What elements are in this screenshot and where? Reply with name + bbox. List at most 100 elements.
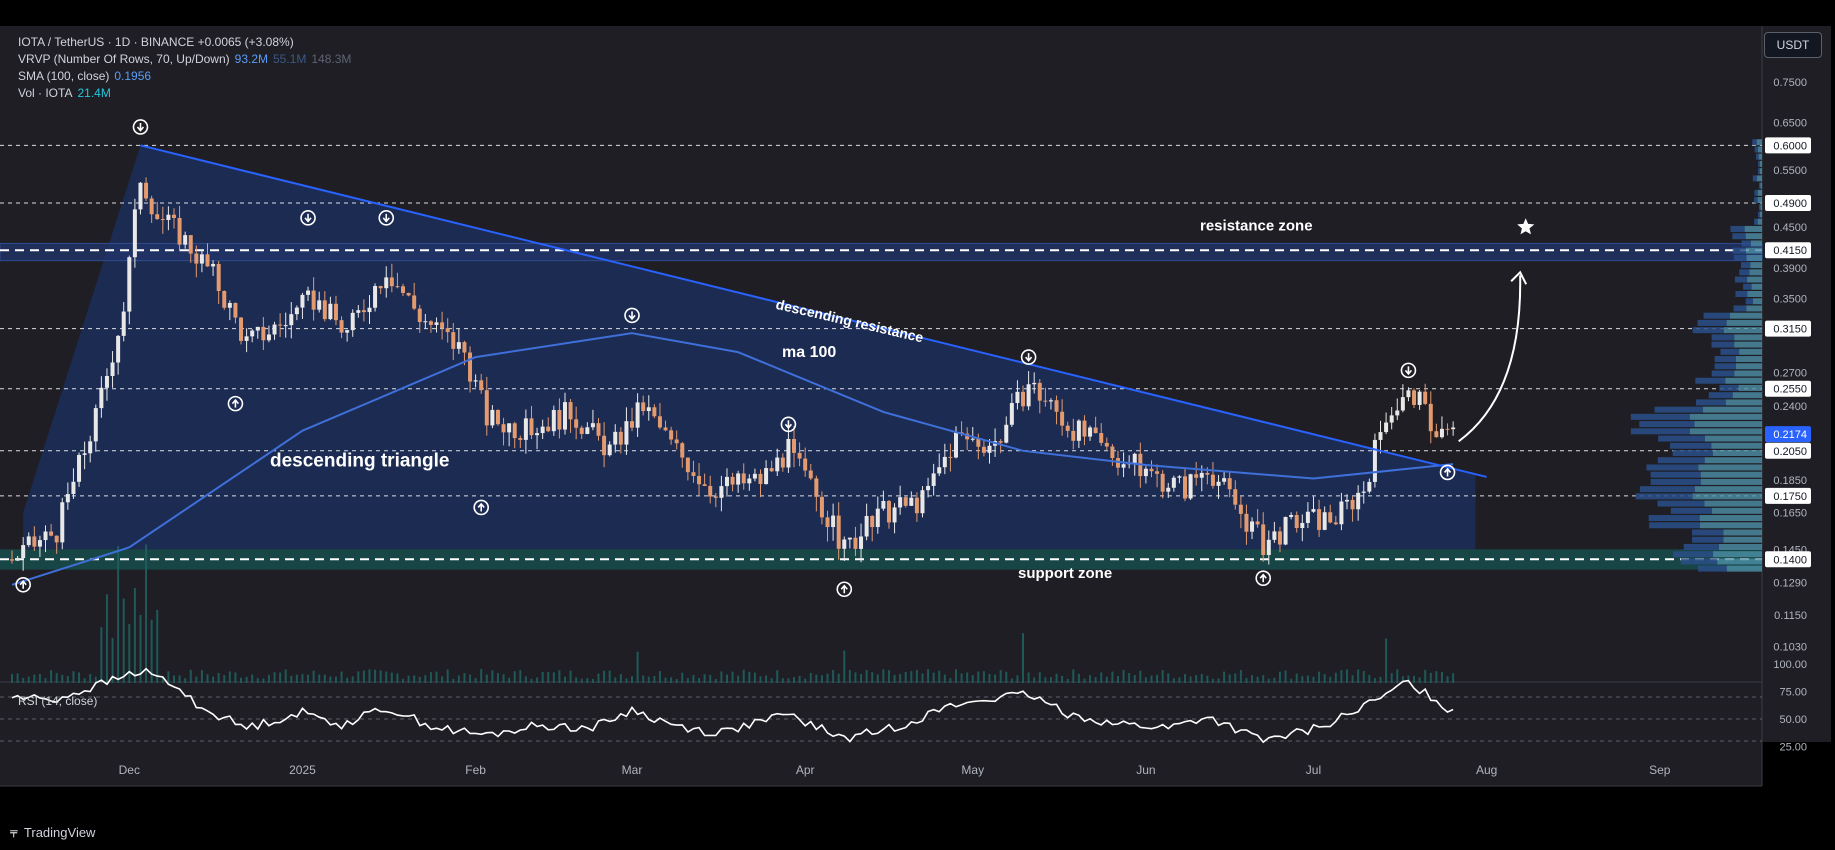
profile-down [1733,305,1747,312]
candle[interactable] [1372,433,1377,488]
candle-body [909,497,914,506]
profile-up [1729,312,1762,319]
volume-bar [1318,671,1321,683]
candle-body [451,332,456,349]
vrvp-label: VRVP (Number Of Rows, 70, Up/Down) [18,52,230,66]
candle-body [1143,468,1148,477]
candle-body [769,468,774,472]
volume-bar [195,676,198,683]
profile-up [1702,406,1762,413]
volume-bar [776,670,779,683]
profile-down [1698,565,1727,572]
volume-bar [720,671,723,683]
profile-down [1697,319,1727,326]
profile-up [1694,486,1762,493]
candle-body [255,326,260,331]
volume-bar [446,669,449,683]
candle-body [456,342,461,349]
candle-body [1009,403,1014,425]
chart-legend: IOTA / TetherUS · 1D · BINANCE +0.0065 (… [18,34,351,102]
candle[interactable] [77,452,82,487]
volume-bar [541,671,544,683]
profile-down [1649,522,1700,529]
candle[interactable] [920,486,925,518]
profile-up [1699,515,1762,522]
volume-bar [1418,677,1421,683]
volume-bar [737,675,740,683]
vrvp-row[interactable]: VRVP (Number Of Rows, 70, Up/Down) 93.2M 5… [18,51,351,68]
vrvp-value-down: 55.1M [273,52,307,66]
profile-down [1711,334,1735,341]
rsi-legend[interactable]: RSI (14, close) [18,694,97,708]
volume-bar [910,671,913,683]
volume-bar [329,676,332,683]
profile-up [1700,471,1762,478]
profile-up [1739,348,1762,355]
volume-bar [759,676,762,683]
candle[interactable] [373,283,378,312]
volume-bar [1055,673,1058,683]
candle-body [562,402,567,430]
candle-body [37,540,42,547]
candle-body [892,507,897,523]
profile-down [1630,428,1690,435]
volume-bar [552,672,555,683]
volume-bar [1100,672,1103,683]
volume-bar [1172,678,1175,683]
tradingview-brand[interactable]: ⫧ TradingView [10,824,95,841]
volume-bar [1351,675,1354,683]
volume-row[interactable]: Vol · IOTA 21.4M [18,85,351,102]
profile-up [1759,168,1762,175]
volume-bar [1373,678,1376,683]
volume-bar [128,624,131,683]
sma-row[interactable]: SMA (100, close) 0.1956 [18,68,351,85]
candle-body [166,214,171,220]
candle-body [10,559,14,561]
volume-bar [921,673,924,683]
candle[interactable] [495,409,500,426]
candle[interactable] [222,290,227,310]
tradingview-logo-icon: ⫧ [10,824,18,840]
profile-up [1756,175,1762,182]
volume-bar [619,674,622,683]
profile-down [1755,153,1759,160]
price-chart[interactable]: resistance zonedescending resistancema 1… [0,0,1835,850]
date-tick-label: Sep [1649,763,1671,777]
rsi-tick-label: 50.00 [1779,714,1807,726]
profile-up [1760,182,1762,189]
candle-body [1244,513,1249,532]
candle[interactable] [1188,473,1193,501]
candle[interactable] [1283,516,1288,546]
candle-body [445,328,450,333]
profile-down [1714,363,1736,370]
candle-body [473,380,478,382]
price-tick-label: 0.2550 [1773,384,1807,396]
candle-body [931,473,936,486]
candle-body [244,336,249,341]
candle-body [1104,442,1109,447]
volume-bar [994,674,997,683]
volume-bar [575,677,578,683]
price-tick-label: 0.1400 [1773,554,1807,566]
candle-body [702,484,707,486]
volume-bar [748,671,751,683]
candle[interactable] [60,497,65,550]
candle-body [870,515,875,528]
volume-bar [591,678,594,683]
candle-body [155,214,160,220]
profile-down [1758,182,1761,189]
candle-body [914,497,919,514]
candle[interactable] [239,317,244,345]
date-tick-label: May [961,763,984,777]
volume-bar [899,674,902,683]
candle-body [406,292,411,296]
candle-body [546,426,551,432]
volume-bar [200,670,203,683]
volume-bar [1094,677,1097,683]
currency-button[interactable]: USDT [1764,32,1822,58]
candle-body [272,324,277,335]
price-tick-label: 0.1650 [1773,508,1807,520]
price-tick-label: 0.4900 [1773,198,1807,210]
candle-body [82,453,87,455]
symbol-row[interactable]: IOTA / TetherUS · 1D · BINANCE +0.0065 (… [18,34,351,51]
